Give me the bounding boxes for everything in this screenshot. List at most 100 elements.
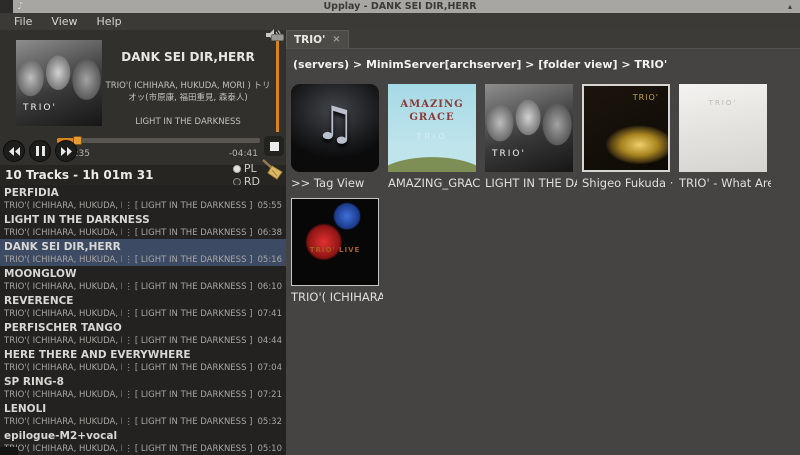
previous-track-button[interactable]	[3, 140, 25, 162]
track-subtitle: TRIO'( ICHIHARA, HUKUDA, MORI ) トリオッ(市原康…	[4, 416, 282, 428]
track-duration: 07:21	[258, 389, 283, 401]
volume-slider-handle[interactable]	[271, 34, 284, 41]
desktop-corner	[0, 447, 18, 455]
seek-slider[interactable]	[57, 138, 260, 143]
track-row[interactable]: epilogue-M2+vocalTRIO'( ICHIHARA, HUKUDA…	[0, 428, 286, 455]
track-elide: ⋮	[124, 443, 133, 455]
now-playing-artist: TRIO'( ICHIHARA, HUKUDA, MORI ) トリオッ(市原康…	[104, 80, 272, 104]
track-elide: ⋮	[124, 308, 133, 320]
window-titlebar[interactable]: ♪ Upplay - DANK SEI DIR,HERR ▴	[0, 0, 800, 13]
track-row[interactable]: LIGHT IN THE DARKNESSTRIO'( ICHIHARA, HU…	[0, 212, 286, 239]
tagview-cover: ♫	[291, 84, 379, 172]
album-item-trio-live[interactable]: TRIO' LIVETRIO'( ICHIHARA	[291, 198, 388, 304]
track-artist: TRIO'( ICHIHARA, HUKUDA, MORI ) トリオッ(市原康…	[4, 227, 122, 239]
tab-trio[interactable]: TRIO' ×	[286, 30, 349, 48]
track-album: [ LIGHT IN THE DARKNESS ]	[135, 416, 253, 428]
track-row[interactable]: MOONGLOWTRIO'( ICHIHARA, HUKUDA, MORI ) …	[0, 266, 286, 293]
menu-file[interactable]: File	[14, 15, 32, 28]
amazing-grace-cover: AMAZING GRACETRIO	[388, 84, 476, 172]
track-elide: ⋮	[124, 335, 133, 347]
track-artist: TRIO'( ICHIHARA, HUKUDA, MORI ) トリオッ(市原康…	[4, 335, 122, 347]
cover-title-text: TRIO'	[633, 93, 659, 102]
album-item-light-darkness[interactable]: TRIO' LIGHT IN THE DA	[485, 84, 582, 190]
track-artist: TRIO'( ICHIHARA, HUKUDA, MORI ) トリオッ(市原康…	[4, 389, 122, 401]
track-row[interactable]: HERE THERE AND EVERYWHERETRIO'( ICHIHARA…	[0, 347, 286, 374]
tab-close-icon[interactable]: ×	[332, 34, 340, 45]
track-subtitle: TRIO'( ICHIHARA, HUKUDA, MORI ) トリオッ(市原康…	[4, 335, 282, 347]
cover-title-text: TRIO'	[679, 99, 767, 107]
track-subtitle: TRIO'( ICHIHARA, HUKUDA, MORI ) トリオッ(市原康…	[4, 308, 282, 320]
album-item-what-are[interactable]: TRIO'TRIO' - What Are	[679, 84, 776, 190]
what-are-cover: TRIO'	[679, 84, 767, 172]
track-title: LIGHT IN THE DARKNESS	[4, 213, 282, 227]
track-album: [ LIGHT IN THE DARKNESS ]	[135, 200, 253, 212]
track-duration: 05:32	[258, 416, 283, 428]
track-artist: TRIO'( ICHIHARA, HUKUDA, MORI ) トリオッ(市原康…	[4, 416, 122, 428]
remaining-time: -04:41	[229, 149, 258, 159]
track-elide: ⋮	[124, 281, 133, 293]
track-subtitle: TRIO'( ICHIHARA, HUKUDA, MORI ) トリオッ(市原康…	[4, 443, 282, 455]
track-row[interactable]: PERFIDIATRIO'( ICHIHARA, HUKUDA, MORI ) …	[0, 185, 286, 212]
browser-panel: TRIO' × (servers) > MinimServer[archserv…	[286, 30, 800, 455]
album-item-amazing-grace[interactable]: AMAZING GRACETRIO AMAZING_GRAC	[388, 84, 485, 190]
track-row[interactable]: PERFISCHER TANGOTRIO'( ICHIHARA, HUKUDA,…	[0, 320, 286, 347]
track-album: [ LIGHT IN THE DARKNESS ]	[135, 281, 253, 293]
previous-icon	[9, 147, 20, 156]
track-subtitle: TRIO'( ICHIHARA, HUKUDA, MORI ) トリオッ(市原康…	[4, 389, 282, 401]
light-darkness-cover: TRIO'	[485, 84, 573, 172]
radio-dot-icon[interactable]	[233, 165, 241, 173]
track-elide: ⋮	[124, 200, 133, 212]
track-row[interactable]: SP RING-8TRIO'( ICHIHARA, HUKUDA, MORI )…	[0, 374, 286, 401]
track-duration: 05:55	[258, 200, 283, 212]
track-list: PERFIDIATRIO'( ICHIHARA, HUKUDA, MORI ) …	[0, 185, 286, 455]
album-label: AMAZING_GRAC	[388, 176, 480, 190]
track-album: [ LIGHT IN THE DARKNESS ]	[135, 227, 253, 239]
track-subtitle: TRIO'( ICHIHARA, HUKUDA, MORI ) トリオッ(市原康…	[4, 200, 282, 212]
window-title: Upplay - DANK SEI DIR,HERR	[323, 1, 476, 12]
now-playing-album-art: TRIO'	[16, 40, 102, 126]
album-item-shigeo[interactable]: TRIO' Shigeo Fukuda ·	[582, 84, 679, 190]
tab-bar: TRIO' ×	[286, 30, 800, 49]
mode-pl[interactable]: PL	[233, 162, 260, 175]
volume-slider[interactable]	[276, 40, 279, 132]
now-playing-title: DANK SEI DIR,HERR	[104, 50, 272, 64]
breadcrumb[interactable]: (servers) > MinimServer[archserver] > [f…	[293, 58, 800, 71]
pause-icon	[36, 146, 45, 156]
next-track-button[interactable]	[55, 140, 77, 162]
album-label: Shigeo Fukuda ·	[582, 176, 674, 190]
track-album: [ LIGHT IN THE DARKNESS ]	[135, 389, 253, 401]
clear-playlist-broom-icon[interactable]	[260, 158, 284, 184]
next-icon	[61, 147, 72, 156]
track-artist: TRIO'( ICHIHARA, HUKUDA, MORI ) トリオッ(市原康…	[4, 254, 122, 266]
track-row[interactable]: DANK SEI DIR,HERRTRIO'( ICHIHARA, HUKUDA…	[0, 239, 286, 266]
menu-help[interactable]: Help	[97, 15, 122, 28]
window-shade-button[interactable]: ▴	[788, 0, 792, 13]
track-subtitle: TRIO'( ICHIHARA, HUKUDA, MORI ) トリオッ(市原康…	[4, 254, 282, 266]
menu-view[interactable]: View	[51, 15, 77, 28]
track-album: [ LIGHT IN THE DARKNESS ]	[135, 308, 253, 320]
cover-title-text: TRIO'	[492, 149, 526, 159]
desktop-corner	[0, 0, 13, 13]
track-artist: TRIO'( ICHIHARA, HUKUDA, MORI ) トリオッ(市原康…	[4, 443, 122, 455]
stop-button[interactable]	[264, 136, 284, 156]
mode-label: PL	[244, 162, 257, 175]
app-music-note-icon: ♪	[17, 0, 23, 13]
track-elide: ⋮	[124, 389, 133, 401]
track-elide: ⋮	[124, 227, 133, 239]
shigeo-cover: TRIO'	[582, 84, 670, 172]
track-row[interactable]: REVERENCETRIO'( ICHIHARA, HUKUDA, MORI )…	[0, 293, 286, 320]
track-artist: TRIO'( ICHIHARA, HUKUDA, MORI ) トリオッ(市原康…	[4, 362, 122, 374]
track-album: [ LIGHT IN THE DARKNESS ]	[135, 254, 253, 266]
track-title: LENOLI	[4, 402, 282, 416]
track-artist: TRIO'( ICHIHARA, HUKUDA, MORI ) トリオッ(市原康…	[4, 200, 122, 212]
cover-title-text: TRIO' LIVE	[292, 246, 378, 254]
album-item-tagview[interactable]: ♫>> Tag View	[291, 84, 388, 190]
album-label: LIGHT IN THE DA	[485, 176, 577, 190]
pause-button[interactable]	[29, 140, 51, 162]
track-title: PERFISCHER TANGO	[4, 321, 282, 335]
track-title: DANK SEI DIR,HERR	[4, 240, 282, 254]
track-title: SP RING-8	[4, 375, 282, 389]
playlist-header: 10 Tracks - 1h 01m 31 PLRD	[0, 165, 286, 185]
track-artist: TRIO'( ICHIHARA, HUKUDA, MORI ) トリオッ(市原康…	[4, 308, 122, 320]
track-row[interactable]: LENOLITRIO'( ICHIHARA, HUKUDA, MORI ) トリ…	[0, 401, 286, 428]
